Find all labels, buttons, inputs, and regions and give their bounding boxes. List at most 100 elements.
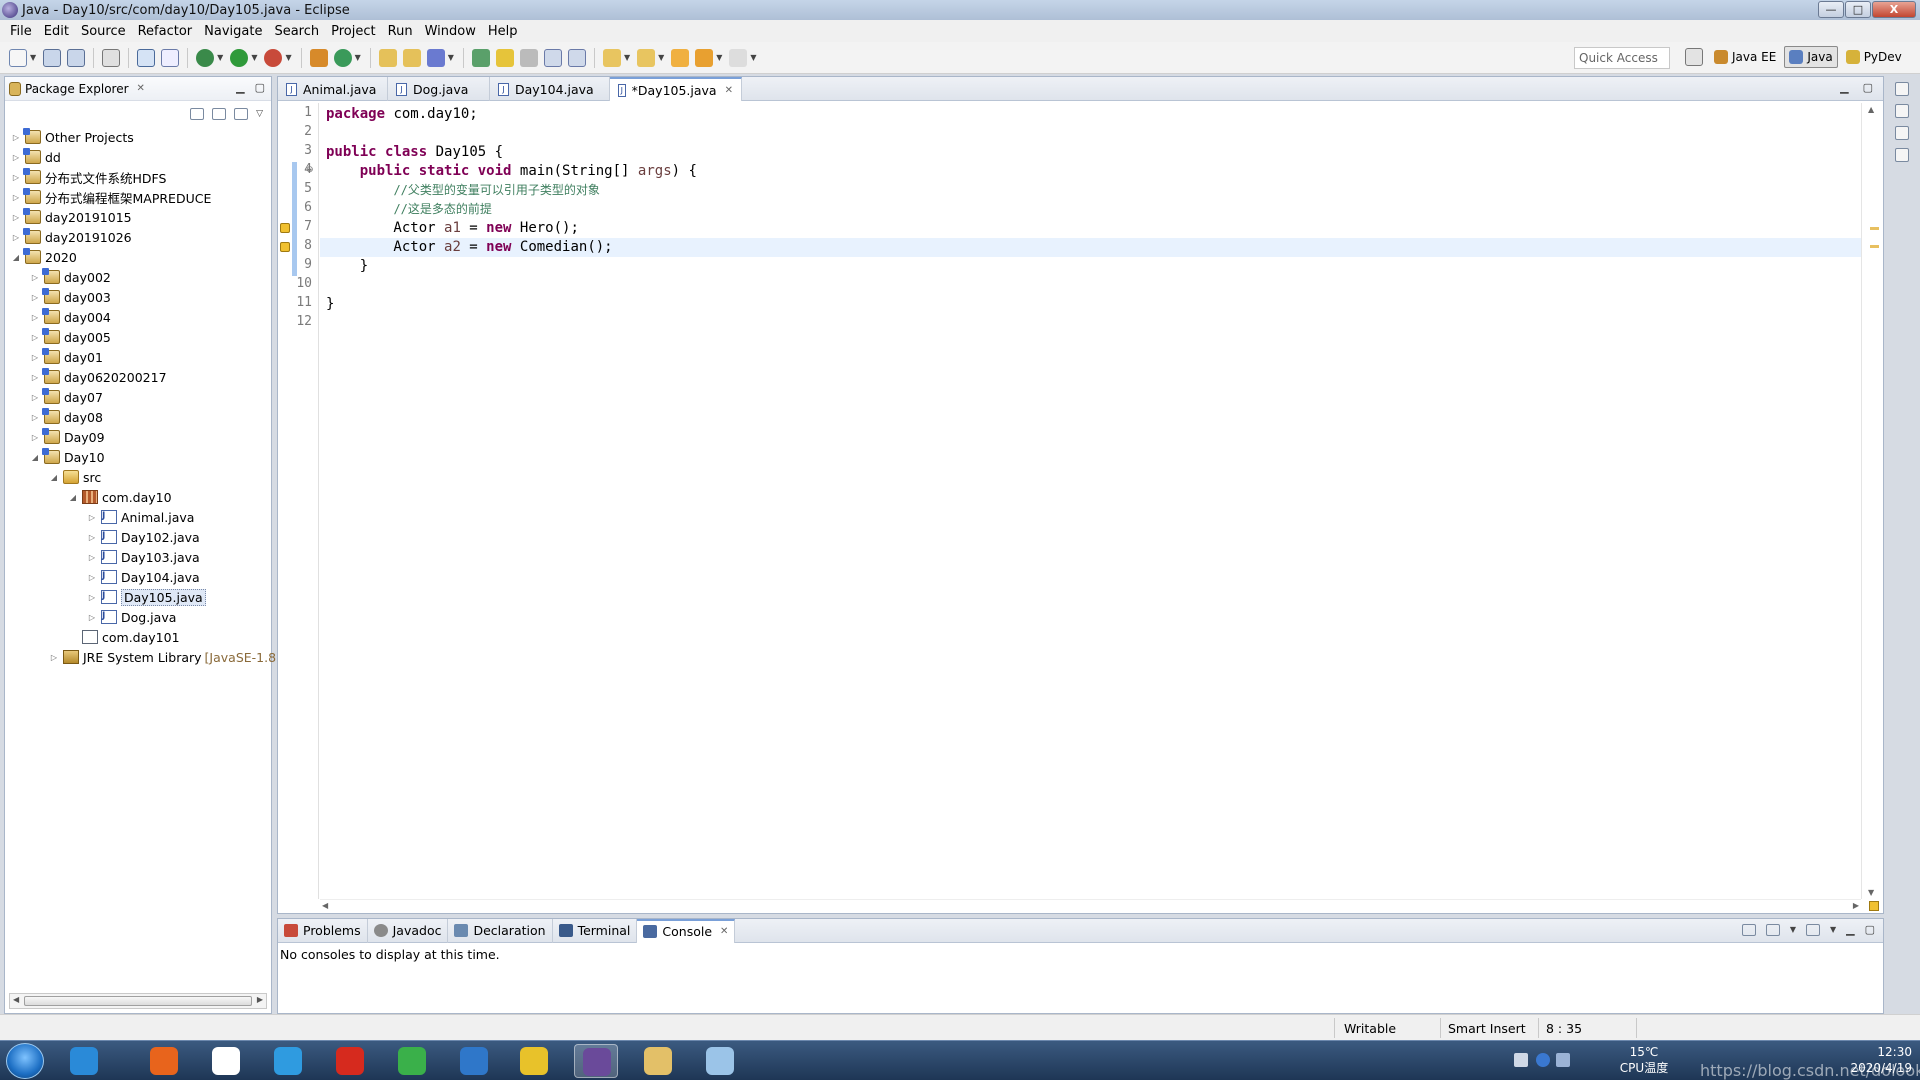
expand-arrow-icon[interactable]: ▷ <box>30 353 40 362</box>
new-icon[interactable] <box>9 48 27 67</box>
tree-item[interactable]: ▷ J Day103.java <box>87 547 200 567</box>
scroll-left-icon[interactable]: ◀ <box>13 995 19 1004</box>
code-line[interactable]: } <box>320 295 1861 314</box>
expand-arrow-icon[interactable]: ▷ <box>30 273 40 282</box>
tree-item[interactable]: ▷ J Dog.java <box>87 607 176 627</box>
tree-item[interactable]: ▷ Day09 <box>30 427 105 447</box>
collapse-all-icon[interactable] <box>190 108 205 120</box>
tree-item[interactable]: ▷ day01 <box>30 347 103 367</box>
tree-item[interactable]: ▷ day07 <box>30 387 103 407</box>
new-java-package-icon[interactable] <box>309 48 328 67</box>
tree-item[interactable]: ▷ JRE System Library [JavaSE-1.8] <box>49 647 281 667</box>
network-icon[interactable] <box>1556 1053 1570 1067</box>
expand-arrow-icon[interactable]: ▷ <box>30 413 40 422</box>
close-tab-icon[interactable]: ✕ <box>720 926 728 937</box>
tab-animal-java[interactable]: J Animal.java <box>278 77 388 101</box>
tree-item[interactable]: ▷ day20191026 <box>11 227 132 247</box>
toggle-annotations-icon[interactable] <box>471 48 490 67</box>
scroll-left-icon[interactable]: ◀ <box>322 901 328 910</box>
view-menu-icon[interactable]: ▽ <box>256 109 263 119</box>
expand-arrow-icon[interactable]: ▷ <box>30 373 40 382</box>
tree-item[interactable]: ▷ day004 <box>30 307 111 327</box>
tree-item[interactable]: ▷ 分布式文件系统HDFS <box>11 167 166 187</box>
fold-toggle-icon[interactable]: ⊖ <box>306 165 314 175</box>
skip-breakpoints-icon[interactable] <box>161 48 180 67</box>
close-tab-icon[interactable]: ✕ <box>725 85 733 96</box>
tab-day105-java[interactable]: J *Day105.java ✕ <box>610 77 742 101</box>
expand-arrow-icon[interactable]: ▷ <box>87 573 97 582</box>
tab-console[interactable]: Console ✕ <box>637 918 736 943</box>
expand-arrow-icon[interactable]: ▷ <box>87 613 97 622</box>
open-task-icon[interactable] <box>402 48 421 67</box>
clock[interactable]: 12:30 2020/4/19 <box>1850 1044 1912 1076</box>
expand-arrow-icon[interactable]: ▷ <box>30 293 40 302</box>
maximize-icon[interactable]: ▢ <box>1863 81 1873 94</box>
expand-arrow-icon[interactable]: ▷ <box>30 333 40 342</box>
menu-window[interactable]: Window <box>419 24 482 39</box>
terminal-open-icon[interactable] <box>137 48 156 67</box>
new-class-dropdown-icon[interactable]: ▼ <box>355 53 361 62</box>
start-button[interactable] <box>6 1043 44 1079</box>
menu-search[interactable]: Search <box>268 24 325 39</box>
block-selection-icon[interactable] <box>519 48 538 67</box>
expand-arrow-icon[interactable]: ▷ <box>11 133 21 142</box>
link-with-editor-icon[interactable] <box>212 108 227 120</box>
open-console-dropdown-icon[interactable]: ▼ <box>1830 925 1836 934</box>
task-list-icon[interactable] <box>1895 104 1909 118</box>
minimize-icon[interactable]: ▁ <box>236 81 244 94</box>
taskbar-app[interactable] <box>204 1044 248 1078</box>
tree-item[interactable]: ▷ day08 <box>30 407 103 427</box>
minimize-icon[interactable]: ▁ <box>1846 923 1854 936</box>
run-icon[interactable] <box>230 48 249 67</box>
code-line[interactable]: } <box>320 257 1861 276</box>
menu-run[interactable]: Run <box>382 24 419 39</box>
tree-item[interactable]: ▷ dd <box>11 147 61 167</box>
back-dropdown-icon[interactable]: ▼ <box>716 53 722 62</box>
warning-overview-mark[interactable] <box>1870 245 1879 248</box>
tab-problems[interactable]: Problems <box>278 918 368 943</box>
tree-item[interactable]: ▷ 分布式编程框架MAPREDUCE <box>11 187 211 207</box>
tree-item[interactable]: ▷ day002 <box>30 267 111 287</box>
tab-dog-java[interactable]: J Dog.java <box>388 77 490 101</box>
outline-icon[interactable] <box>1895 148 1909 162</box>
tree-item[interactable]: ▷ J Animal.java <box>87 507 195 527</box>
collapse-arrow-icon[interactable]: ◢ <box>11 253 21 262</box>
word-wrap-icon[interactable] <box>543 48 562 67</box>
previous-annotation-icon[interactable] <box>637 48 656 67</box>
tab-javadoc[interactable]: Javadoc <box>368 918 449 943</box>
code-line[interactable] <box>320 124 1861 143</box>
code-line[interactable]: Actor a1 = new Hero(); <box>320 219 1861 238</box>
collapse-arrow-icon[interactable]: ◢ <box>30 453 40 462</box>
taskbar-app[interactable] <box>512 1044 556 1078</box>
close-button[interactable]: X <box>1872 1 1916 18</box>
keyboard-icon[interactable] <box>1514 1053 1528 1067</box>
expand-arrow-icon[interactable]: ▷ <box>30 393 40 402</box>
search-dropdown-icon[interactable]: ▼ <box>448 53 454 62</box>
tab-declaration[interactable]: Declaration <box>448 918 553 943</box>
last-edit-icon[interactable] <box>671 48 690 67</box>
expand-arrow-icon[interactable]: ▷ <box>11 173 21 182</box>
expand-arrow-icon[interactable]: ▷ <box>11 233 21 242</box>
next-annotation-dropdown-icon[interactable]: ▼ <box>624 53 630 62</box>
restore-icon[interactable] <box>1895 82 1909 96</box>
save-all-icon[interactable] <box>67 48 86 67</box>
pin-console-icon[interactable] <box>1741 923 1756 936</box>
vertical-scrollbar[interactable]: ▲ ▼ <box>1861 103 1883 899</box>
close-icon[interactable]: ✕ <box>137 83 145 94</box>
expand-arrow-icon[interactable]: ▷ <box>30 433 40 442</box>
open-console-icon[interactable] <box>1805 923 1820 936</box>
maximize-button[interactable]: □ <box>1845 1 1871 18</box>
collapse-arrow-icon[interactable]: ◢ <box>49 473 59 482</box>
expand-arrow-icon[interactable]: ▷ <box>11 193 21 202</box>
next-annotation-icon[interactable] <box>602 48 621 67</box>
code-line[interactable]: public class Day105 { <box>320 143 1861 162</box>
expand-arrow-icon[interactable]: ▷ <box>11 153 21 162</box>
previous-annotation-dropdown-icon[interactable]: ▼ <box>658 53 664 62</box>
quick-access-input[interactable]: Quick Access <box>1574 47 1670 69</box>
code-line[interactable]: public static void main(String[] args) { <box>320 162 1861 181</box>
print-icon[interactable] <box>102 48 121 67</box>
open-perspective-icon[interactable] <box>1685 48 1703 66</box>
maximize-icon[interactable]: ▢ <box>255 81 265 94</box>
new-dropdown-icon[interactable]: ▼ <box>30 53 36 62</box>
expand-arrow-icon[interactable]: ▷ <box>30 313 40 322</box>
